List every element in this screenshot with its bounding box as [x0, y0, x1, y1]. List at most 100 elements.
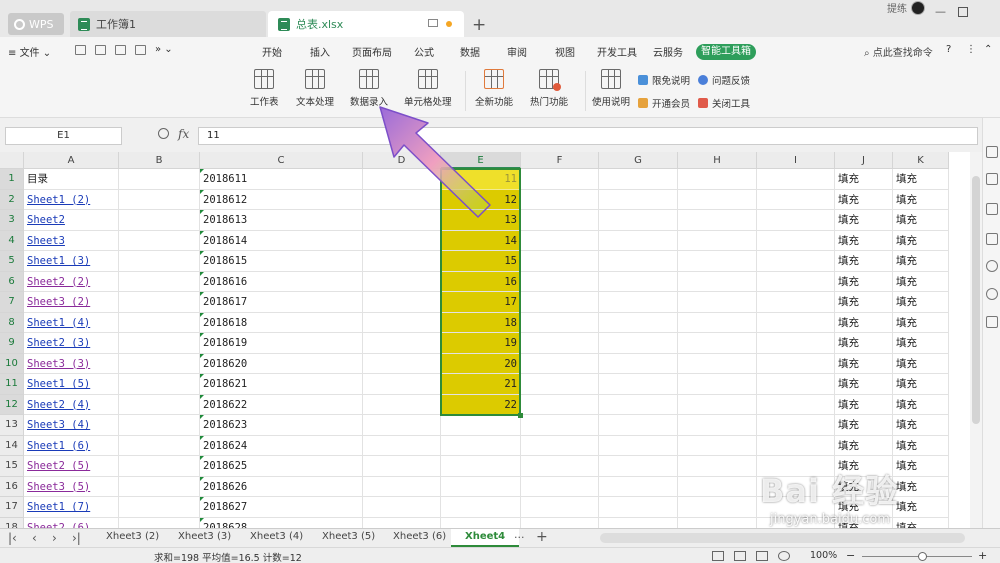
data-entry-button[interactable]: 数据录入 — [350, 69, 388, 108]
grid-cell-c[interactable]: 2018628 — [200, 517, 363, 528]
grid-cell-h[interactable] — [678, 333, 757, 354]
grid-cell-d[interactable] — [363, 189, 441, 210]
grid-cell-g[interactable] — [599, 189, 678, 210]
horizontal-scrollbar[interactable] — [600, 533, 965, 543]
menu-data[interactable]: 数据 — [460, 44, 480, 59]
grid-cell-b[interactable] — [119, 374, 200, 395]
grid-cell-k[interactable]: 填充 — [893, 374, 949, 395]
grid-cell-k[interactable]: 填充 — [893, 333, 949, 354]
grid-cell-d[interactable] — [363, 394, 441, 415]
grid-cell-e[interactable] — [441, 476, 521, 497]
restore-icon[interactable] — [958, 7, 968, 17]
grid-cell-d[interactable] — [363, 497, 441, 518]
grid-cell-c[interactable]: 2018611 — [200, 169, 363, 190]
grid-cell-d[interactable] — [363, 456, 441, 477]
grid-cell-c[interactable]: 2018612 — [200, 189, 363, 210]
grid-cell-g[interactable] — [599, 517, 678, 528]
grid-cell-i[interactable] — [757, 374, 835, 395]
grid-cell-e[interactable]: 18 — [441, 312, 521, 333]
help-circle-icon[interactable] — [986, 288, 998, 300]
grid-cell-c[interactable]: 2018623 — [200, 415, 363, 436]
grid-cell-e[interactable] — [441, 415, 521, 436]
sheet-link-cell[interactable]: Sheet2 (5) — [24, 456, 119, 477]
row-header[interactable]: 8 — [0, 312, 24, 333]
grid-cell-b[interactable] — [119, 517, 200, 528]
column-header-k[interactable]: K — [893, 152, 949, 169]
close-tools-link[interactable]: 关闭工具 — [698, 96, 750, 110]
grid-cell-c[interactable]: 2018616 — [200, 271, 363, 292]
sheet-link-cell[interactable]: Sheet1 (2) — [24, 189, 119, 210]
menu-developer[interactable]: 开发工具 — [597, 44, 637, 59]
column-header-a[interactable]: A — [24, 152, 119, 169]
column-header-g[interactable]: G — [599, 152, 678, 169]
grid-cell-j[interactable]: 填充 — [835, 210, 893, 231]
grid-cell-b[interactable] — [119, 292, 200, 313]
grid-cell-f[interactable] — [521, 169, 599, 190]
help-icon[interactable]: ? — [946, 44, 951, 55]
zoom-formula-icon[interactable] — [158, 128, 169, 139]
grid-cell-d[interactable] — [363, 353, 441, 374]
grid-cell-f[interactable] — [521, 312, 599, 333]
worksheet-button[interactable]: 工作表 — [250, 69, 279, 108]
column-header-f[interactable]: F — [521, 152, 599, 169]
row-header[interactable]: 5 — [0, 251, 24, 272]
grid-cell-f[interactable] — [521, 251, 599, 272]
column-header-j[interactable]: J — [835, 152, 893, 169]
sheet-link-cell[interactable]: Sheet2 (2) — [24, 271, 119, 292]
grid-cell-b[interactable] — [119, 415, 200, 436]
sheet-link-cell[interactable]: Sheet3 (3) — [24, 353, 119, 374]
grid-cell-h[interactable] — [678, 374, 757, 395]
grid-cell-e[interactable]: 15 — [441, 251, 521, 272]
grid-cell-g[interactable] — [599, 292, 678, 313]
next-sheet-icon[interactable]: › — [52, 531, 57, 545]
grid-cell-i[interactable] — [757, 312, 835, 333]
feedback-link[interactable]: 问题反馈 — [698, 73, 750, 87]
grid-cell-i[interactable] — [757, 517, 835, 528]
grid-cell-g[interactable] — [599, 210, 678, 231]
properties-icon[interactable] — [986, 203, 998, 215]
eye-protection-icon[interactable] — [778, 551, 790, 561]
grid-cell-c[interactable]: 2018621 — [200, 374, 363, 395]
row-header[interactable]: 16 — [0, 476, 24, 497]
grid-cell-g[interactable] — [599, 169, 678, 190]
select-cursor-icon[interactable] — [986, 146, 998, 158]
collapse-ribbon-icon[interactable]: ⌃ — [984, 44, 992, 55]
grid-cell-e[interactable]: 19 — [441, 333, 521, 354]
grid-cell-d[interactable] — [363, 333, 441, 354]
grid-cell-j[interactable]: 填充 — [835, 251, 893, 272]
file-menu[interactable]: ≡ 文件 ⌄ — [8, 44, 51, 59]
grid-cell-k[interactable]: 填充 — [893, 271, 949, 292]
grid-cell-h[interactable] — [678, 415, 757, 436]
spreadsheet-grid[interactable]: ABCDEFGHIJK 1目录201861111填充填充2Sheet1 (2)2… — [0, 152, 970, 528]
sheet-link-cell[interactable]: Sheet2 (6) — [24, 517, 119, 528]
grid-cell-e[interactable] — [441, 435, 521, 456]
row-header[interactable]: 13 — [0, 415, 24, 436]
grid-cell-c[interactable]: 2018627 — [200, 497, 363, 518]
grid-cell-i[interactable] — [757, 476, 835, 497]
grid-cell-h[interactable] — [678, 312, 757, 333]
grid-cell-i[interactable] — [757, 353, 835, 374]
grid-cell-j[interactable]: 填充 — [835, 394, 893, 415]
grid-cell-k[interactable]: 填充 — [893, 415, 949, 436]
page-break-view-icon[interactable] — [756, 551, 768, 561]
menu-home[interactable]: 开始 — [262, 44, 282, 59]
grid-cell-k[interactable]: 填充 — [893, 230, 949, 251]
tab-summary-xlsx[interactable]: 总表.xlsx — [268, 11, 464, 37]
grid-cell-j[interactable]: 填充 — [835, 497, 893, 518]
grid-cell-e[interactable]: 16 — [441, 271, 521, 292]
grid-cell-e[interactable]: 17 — [441, 292, 521, 313]
grid-cell-d[interactable] — [363, 435, 441, 456]
grid-cell-e[interactable]: 21 — [441, 374, 521, 395]
sheet-link-cell[interactable]: Sheet2 (4) — [24, 394, 119, 415]
text-processing-button[interactable]: 文本处理 — [296, 69, 334, 108]
grid-cell-k[interactable]: 填充 — [893, 189, 949, 210]
grid-cell-d[interactable] — [363, 517, 441, 528]
grid-cell-e[interactable]: 13 — [441, 210, 521, 231]
grid-cell-e[interactable] — [441, 517, 521, 528]
zoom-slider[interactable] — [862, 556, 972, 557]
grid-cell-j[interactable]: 填充 — [835, 312, 893, 333]
grid-cell-d[interactable] — [363, 230, 441, 251]
grid-cell-h[interactable] — [678, 169, 757, 190]
grid-cell-g[interactable] — [599, 333, 678, 354]
menu-review[interactable]: 审阅 — [507, 44, 527, 59]
